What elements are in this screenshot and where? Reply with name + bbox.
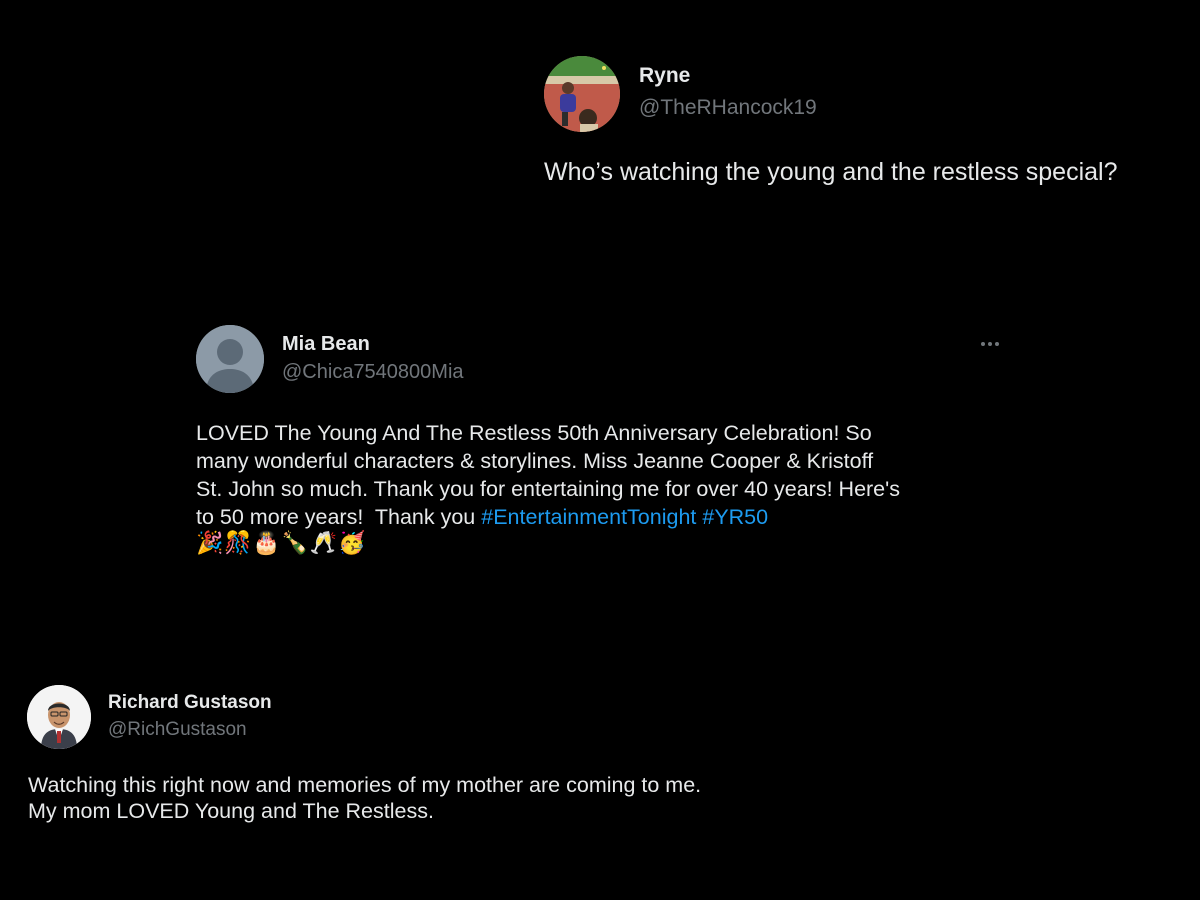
avatar-ryne[interactable]: [544, 56, 620, 132]
avatar-photo-icon: [27, 685, 91, 749]
avatar-mia-bean[interactable]: [196, 325, 264, 393]
avatar-photo-icon: [544, 56, 620, 132]
tweet-text: LOVED The Young And The Restless 50th An…: [196, 419, 900, 531]
tweet-mia-bean[interactable]: Mia Bean @Chica7540800Mia LOVED The Youn…: [180, 315, 1020, 575]
tweet-text-line-start: to 50 more years! Thank you: [196, 505, 482, 529]
hashtag-entertainmenttonight[interactable]: #EntertainmentTonight: [481, 505, 696, 529]
emoji-row: 🎉🎊🎂🍾🥂🥳: [196, 531, 367, 556]
tweet-text-line: My mom LOVED Young and The Restless.: [28, 799, 434, 823]
user-handle[interactable]: @RichGustason: [108, 719, 247, 741]
page: Ryne @TheRHancock19 Who’s watching the y…: [0, 0, 1200, 900]
tweet-text-line: St. John so much. Thank you for entertai…: [196, 477, 900, 501]
hashtag-yr50[interactable]: #YR50: [702, 505, 768, 529]
tweet-ryne[interactable]: Ryne @TheRHancock19 Who’s watching the y…: [530, 50, 1190, 200]
user-handle[interactable]: @TheRHancock19: [639, 96, 817, 120]
tweet-text: Watching this right now and memories of …: [28, 772, 701, 824]
tweet-richard-gustason[interactable]: Richard Gustason @RichGustason Watching …: [10, 670, 770, 840]
more-horizontal-icon[interactable]: [981, 342, 999, 346]
tweet-text-line: many wonderful characters & storylines. …: [196, 449, 874, 473]
user-handle[interactable]: @Chica7540800Mia: [282, 361, 464, 384]
display-name[interactable]: Richard Gustason: [108, 692, 272, 714]
default-profile-icon: [196, 325, 264, 393]
tweet-text-line: Watching this right now and memories of …: [28, 773, 702, 797]
tweet-text-line: LOVED The Young And The Restless 50th An…: [196, 421, 872, 445]
avatar-richard-gustason[interactable]: [27, 685, 91, 749]
display-name[interactable]: Ryne: [639, 64, 690, 88]
tweet-text-line: to 50 more years! Thank you #Entertainme…: [196, 503, 900, 531]
tweet-text: Who’s watching the young and the restles…: [544, 158, 1118, 186]
display-name[interactable]: Mia Bean: [282, 333, 370, 356]
